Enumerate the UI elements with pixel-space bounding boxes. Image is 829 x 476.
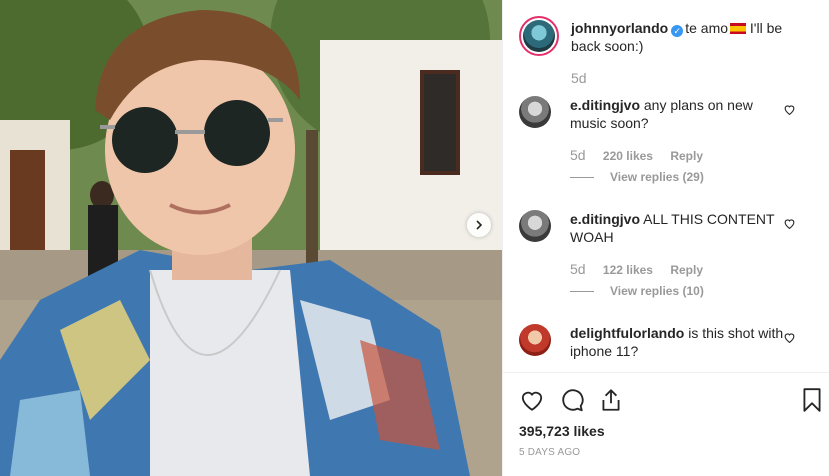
comment-likes[interactable]: 122 likes <box>603 263 653 277</box>
spain-flag-icon <box>730 23 747 34</box>
author-avatar[interactable] <box>519 16 559 56</box>
comment-text: delightfulorlando is this shot with ipho… <box>570 324 785 360</box>
caption-time: 5d <box>571 70 587 86</box>
photo-illustration <box>0 0 502 476</box>
replies-divider <box>570 177 594 179</box>
view-replies-button[interactable]: View replies (29) <box>570 170 704 184</box>
heart-icon <box>521 391 543 411</box>
comment-likes[interactable]: 220 likes <box>603 149 653 163</box>
save-button[interactable] <box>799 387 825 413</box>
commenter-avatar[interactable] <box>519 210 551 242</box>
commenter-username[interactable]: e.ditingjvo <box>570 97 640 113</box>
heart-icon[interactable] <box>783 103 796 116</box>
likes-count[interactable]: 395,723 likes <box>519 423 605 439</box>
view-replies-button[interactable]: View replies (10) <box>570 284 704 298</box>
comment-text: e.ditingjvo any plans on new music soon? <box>570 96 785 132</box>
commenter-avatar[interactable] <box>519 324 551 356</box>
share-button[interactable] <box>598 387 624 413</box>
heart-icon[interactable] <box>783 331 796 344</box>
share-icon <box>602 389 620 411</box>
comments-section: johnnyorlando ✓ te amo I'll be back soon:)… <box>503 0 829 372</box>
commenter-username[interactable]: delightfulorlando <box>570 325 684 341</box>
post-photo[interactable] <box>0 0 502 476</box>
post-timestamp: 5 DAYS AGO <box>519 447 581 458</box>
caption-text: johnnyorlando ✓ te amo I'll be back soon:) <box>571 19 811 55</box>
comment-meta: 5d 122 likes Reply <box>570 261 703 277</box>
post-actions-bar: 395,723 likes 5 DAYS AGO <box>503 372 829 476</box>
comment-text: e.ditingjvo ALL THIS CONTENT WOAH <box>570 210 785 246</box>
verified-badge-icon: ✓ <box>671 25 684 37</box>
comment-bubble-icon <box>562 389 584 412</box>
like-button[interactable] <box>519 387 545 413</box>
comment-time: 5d <box>570 147 586 163</box>
reply-button[interactable]: Reply <box>670 263 703 277</box>
caption-body: te amo <box>685 20 729 36</box>
commenter-username[interactable]: e.ditingjvo <box>570 211 640 227</box>
comment-button[interactable] <box>559 387 585 413</box>
post-side-panel: johnnyorlando ✓ te amo I'll be back soon:)… <box>502 0 829 476</box>
heart-icon[interactable] <box>783 217 796 230</box>
view-replies-label: View replies (10) <box>610 284 704 298</box>
comment-meta: 5d 220 likes Reply <box>570 147 703 163</box>
bookmark-icon <box>803 388 821 412</box>
author-username[interactable]: johnnyorlando <box>571 20 668 36</box>
view-replies-label: View replies (29) <box>610 170 704 184</box>
reply-button[interactable]: Reply <box>670 149 703 163</box>
next-photo-button[interactable] <box>467 213 491 237</box>
commenter-avatar[interactable] <box>519 96 551 128</box>
chevron-right-icon <box>476 220 483 230</box>
replies-divider <box>570 291 594 293</box>
comment-time: 5d <box>570 261 586 277</box>
